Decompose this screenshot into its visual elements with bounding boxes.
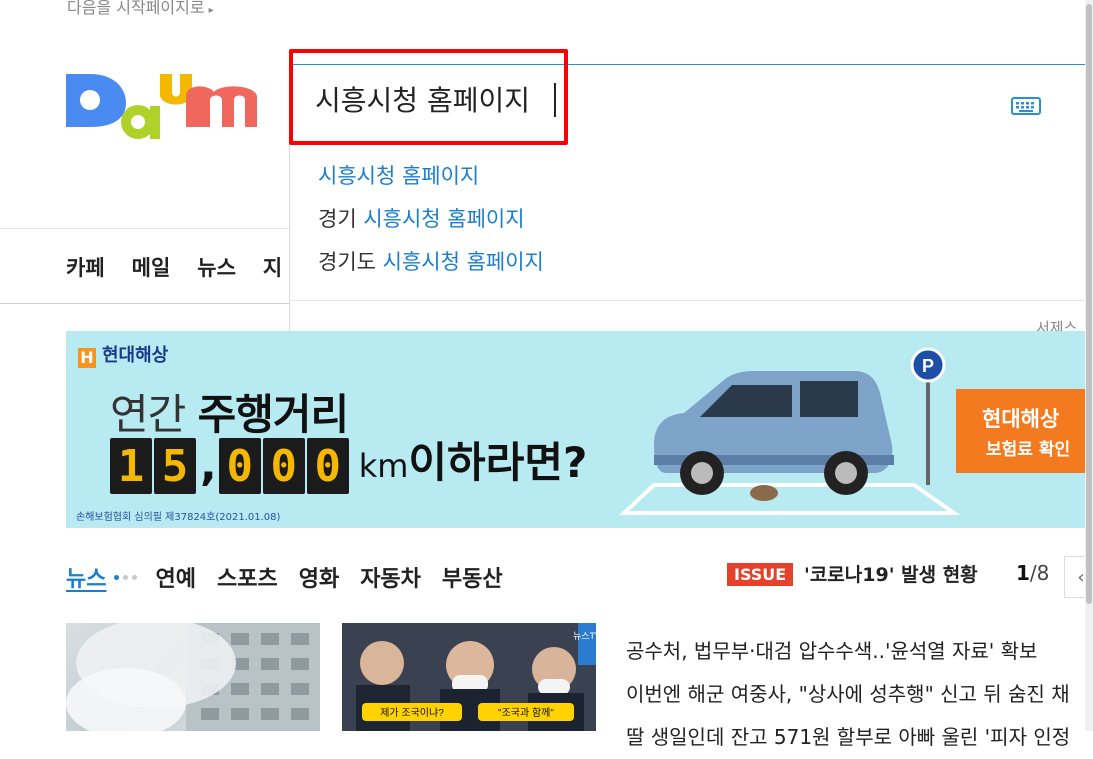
banner-unit: km — [358, 447, 409, 485]
banner-headline-bold: 주행거리 — [197, 390, 350, 439]
pager-total: /8 — [1029, 561, 1050, 585]
banner-headline-light: 연간 — [110, 390, 198, 439]
annotation-highlight-box — [289, 49, 568, 145]
banner-cta[interactable]: 현대해상 보험료 확인 — [956, 389, 1086, 473]
tab-news[interactable]: 뉴스 — [66, 561, 106, 593]
thumb2-caption-right: "조국과 함께" — [498, 707, 554, 719]
daum-logo[interactable] — [64, 62, 260, 162]
banner-legal-text: 손해보험협회 심의필 제37824호(2021.01.08) — [76, 512, 281, 523]
banner-tail-text: 이하라면? — [408, 438, 588, 487]
nav-item-mail[interactable]: 메일 — [132, 252, 171, 282]
news-headline[interactable]: 이번엔 해군 여중사, "상사에 성추행" 신고 뒤 숨진 채 — [626, 673, 1070, 716]
keyboard-icon[interactable] — [1011, 96, 1041, 120]
suggestion-match: 시흥시청 홈페이지 — [363, 207, 525, 231]
tab-entertainment[interactable]: 연예 — [155, 561, 195, 593]
banner-cta-subtitle: 보험료 확인 — [986, 440, 1071, 460]
odometer-digit: 5 — [154, 438, 196, 494]
banner-brand: H 현대해상 — [78, 341, 168, 368]
banner-headline: 연간 주행거리 — [110, 381, 350, 442]
suggestion-prefix: 경기도 — [318, 250, 383, 274]
news-headline[interactable]: 공수처, 법무부·대검 압수수색..'윤석열 자료' 확보 — [626, 630, 1070, 673]
politicians-photo: 뉴스TV 제가 조국이냐? "조국과 함께" — [342, 623, 596, 731]
pager-current: 1 — [1016, 561, 1030, 585]
page-scrollbar[interactable] — [1085, 0, 1093, 731]
odometer-digit: 0 — [262, 438, 305, 494]
ad-banner[interactable]: H 현대해상 연간 주행거리 1 5 , 0 0 0 km이하라면? 손해보험협회… — [66, 331, 1086, 528]
chevron-left-icon: ‹ — [1077, 566, 1085, 588]
banner-odometer: 1 5 , 0 0 0 km이하라면? — [110, 435, 587, 494]
tab-sports[interactable]: 스포츠 — [217, 561, 278, 593]
daum-logo-mark — [66, 74, 257, 139]
suggestion-list: 시흥시청 홈페이지 경기 시흥시청 홈페이지 경기도 시흥시청 홈페이지 — [318, 155, 544, 284]
banner-cta-title: 현대해상 — [982, 407, 1060, 431]
issue-badge: ISSUE — [727, 563, 794, 586]
nav-divider-bottom — [0, 303, 289, 304]
news-thumbnail-politics[interactable]: 뉴스TV 제가 조국이냐? "조국과 함께" — [342, 623, 596, 731]
suggestion-match: 시흥시청 홈페이지 — [382, 250, 544, 274]
set-start-page-link[interactable]: 다음을 시작페이지로 ▸ — [67, 0, 214, 18]
thumb2-caption-left: 제가 조국이냐? — [380, 707, 444, 719]
main-nav: 카페 메일 뉴스 지 — [66, 252, 282, 282]
suggestion-match: 시흥시청 홈페이지 — [318, 164, 480, 188]
news-headline[interactable]: 딸 생일인데 잔고 571원 할부로 아빠 울린 '피자 인정 — [626, 716, 1070, 759]
issue-headline[interactable]: '코로나19' 발생 현황 — [804, 560, 978, 587]
odometer-digit: 0 — [306, 438, 349, 494]
suggestion-divider — [290, 300, 1089, 301]
issue-pager: 1/8 — [1016, 561, 1049, 585]
nav-item-news[interactable]: 뉴스 — [197, 252, 236, 282]
search-suggestion-panel: 시흥시청 홈페이지 경기 시흥시청 홈페이지 경기도 시흥시청 홈페이지 서제스 — [289, 137, 1089, 355]
odometer-comma: , — [200, 440, 217, 491]
car-illustration: P — [618, 347, 961, 515]
news-rotation-dots[interactable] — [114, 574, 138, 580]
news-category-tabs: 뉴스 연예 스포츠 영화 자동차 부동산 — [66, 561, 524, 593]
tab-cars[interactable]: 자동차 — [360, 561, 421, 593]
parking-sign-label: P — [922, 356, 934, 376]
news-headline-list: 공수처, 법무부·대검 압수수색..'윤석열 자료' 확보 이번엔 해군 여중사… — [626, 630, 1070, 759]
suggestion-item[interactable]: 경기 시흥시청 홈페이지 — [318, 198, 544, 241]
banner-brand-name: 현대해상 — [102, 345, 169, 366]
suggestion-prefix: 경기 — [318, 207, 364, 231]
chevron-right-icon: ▸ — [208, 5, 214, 16]
suggestion-item[interactable]: 경기도 시흥시청 홈페이지 — [318, 241, 544, 284]
news-thumbnail-fire[interactable] — [66, 623, 320, 731]
odometer-digit: 0 — [218, 438, 261, 494]
start-page-label: 다음을 시작페이지로 — [67, 0, 205, 17]
odometer-digit: 1 — [110, 438, 152, 494]
building-smoke-image — [66, 623, 320, 731]
banner-tail: km이하라면? — [359, 435, 588, 494]
tab-real-estate[interactable]: 부동산 — [442, 561, 503, 593]
nav-divider-top — [0, 228, 289, 229]
scrollbar-thumb[interactable] — [1086, 4, 1092, 604]
nav-item-cafe[interactable]: 카페 — [66, 252, 105, 282]
thumb2-channel-tag: 뉴스TV — [573, 631, 596, 641]
hyundai-marine-logo-icon: H — [78, 348, 96, 368]
suggestion-item[interactable]: 시흥시청 홈페이지 — [318, 155, 544, 198]
tab-movies[interactable]: 영화 — [299, 561, 339, 593]
nav-item-map[interactable]: 지 — [263, 252, 282, 282]
